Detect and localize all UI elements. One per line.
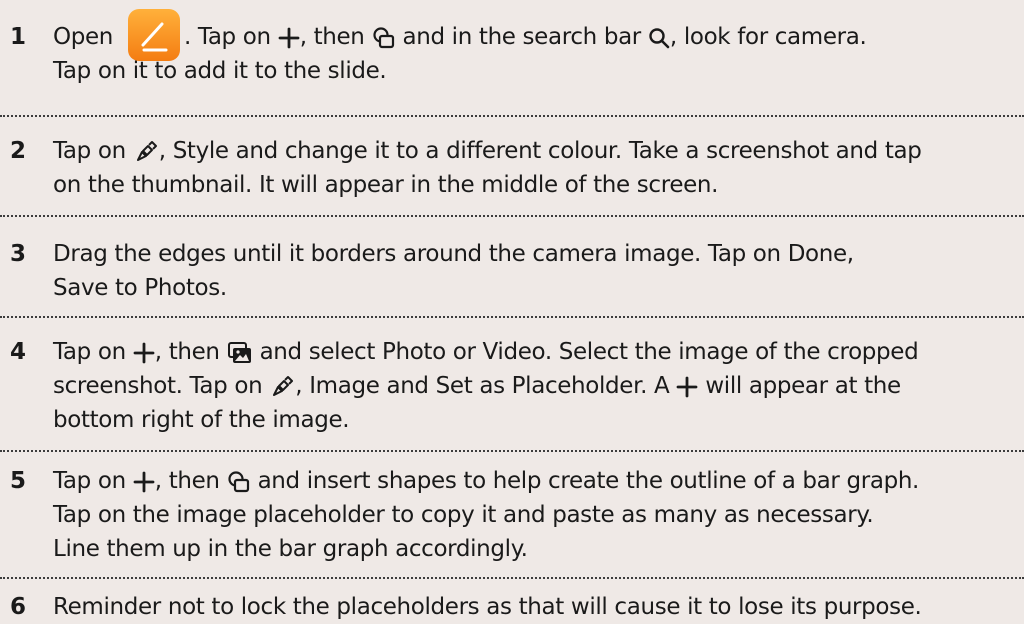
step-text: Tap on , then and select Photo or Video.… [53,335,1024,437]
step-line: Line them up in the bar graph accordingl… [53,536,528,562]
step-number: 6 [10,594,27,620]
step-text: Tap on , then and insert shapes to help … [53,464,1024,566]
dotted-divider [0,215,1024,217]
plus-icon [133,471,155,493]
step-line: screenshot. Tap on , Image and Set as Pl… [53,373,901,400]
shapes-icon [372,26,396,50]
step-number: 5 [10,468,27,494]
dotted-divider [0,115,1024,117]
step-text: Tap on , Style and change it to a differ… [53,134,1024,202]
step-line: Tap on , Style and change it to a differ… [53,138,922,165]
plus-icon [133,342,155,364]
step-number: 1 [10,24,27,50]
step-text: Open . Tap on , then and in the search b… [53,8,1024,88]
step-line: bottom right of the image. [53,407,350,433]
step-line: Save to Photos. [53,275,227,301]
dotted-divider [0,316,1024,318]
step-line: Open . Tap on , then and in the search b… [53,8,1024,61]
step-text: Reminder not to lock the placeholders as… [53,590,1024,624]
step-line: Drag the edges until it borders around t… [53,241,854,267]
step-line: Tap on it to add it to the slide. [53,58,387,84]
step-number: 3 [10,241,27,267]
dotted-divider [0,450,1024,452]
step-line: Tap on the image placeholder to copy it … [53,502,874,528]
plus-icon [278,27,300,49]
dotted-divider [0,577,1024,579]
format-brush-icon [269,374,295,400]
step-line: on the thumbnail. It will appear in the … [53,172,719,198]
plus-icon [676,376,698,398]
search-icon [648,27,670,49]
step-line: Tap on , then and select Photo or Video.… [53,339,919,365]
step-line: Tap on , then and insert shapes to help … [53,468,920,494]
step-text: Drag the edges until it borders around t… [53,237,1024,305]
step-line: Reminder not to lock the placeholders as… [53,594,922,620]
pages-app-icon [128,8,180,61]
format-brush-icon [133,139,159,165]
step-number: 2 [10,138,27,164]
media-icon [227,341,253,365]
step-number: 4 [10,339,27,365]
shapes-icon [227,470,251,494]
instructions-page: 1 Open . Tap on , then and in the search… [0,0,1024,621]
